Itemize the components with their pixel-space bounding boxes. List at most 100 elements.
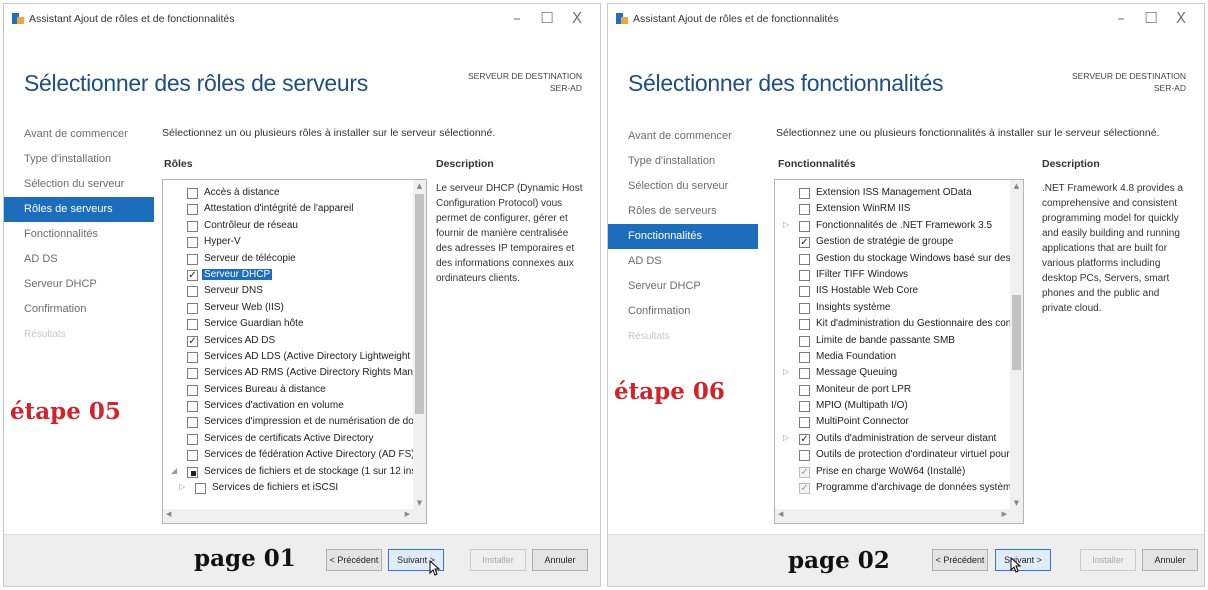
previous-button[interactable]: < Précédent bbox=[932, 549, 988, 571]
install-button[interactable]: Installer bbox=[1080, 549, 1136, 571]
step-confirmation[interactable]: Confirmation bbox=[4, 297, 154, 322]
list-item[interactable]: Services AD LDS (Active Directory Lightw… bbox=[163, 350, 426, 366]
checkbox[interactable] bbox=[799, 351, 810, 363]
scroll-left-icon[interactable]: ◀ bbox=[778, 510, 783, 518]
list-item[interactable]: Extension WinRM IIS bbox=[775, 202, 1010, 218]
expand-arrow-icon[interactable]: ▷ bbox=[783, 433, 789, 442]
cancel-button[interactable]: Annuler bbox=[1142, 549, 1198, 571]
checkbox[interactable] bbox=[187, 466, 198, 478]
horizontal-scrollbar[interactable]: ◀ ▶ bbox=[163, 509, 426, 523]
step-ad-ds[interactable]: AD DS bbox=[608, 249, 758, 274]
checkbox[interactable] bbox=[799, 450, 810, 462]
checkbox[interactable] bbox=[187, 253, 198, 265]
next-button[interactable]: Suivant > bbox=[995, 549, 1051, 571]
checkbox[interactable] bbox=[799, 220, 810, 232]
checkbox[interactable] bbox=[195, 483, 206, 495]
checkbox[interactable]: ✓ bbox=[799, 483, 810, 495]
list-item[interactable]: ▷ Services de fichiers et iSCSI bbox=[163, 481, 413, 497]
list-item[interactable]: Media Foundation bbox=[775, 350, 1010, 366]
list-item[interactable]: Serveur Web (IIS) bbox=[163, 301, 413, 317]
cancel-button[interactable]: Annuler bbox=[532, 549, 588, 571]
list-item[interactable]: Services de fédération Active Directory … bbox=[163, 448, 415, 464]
checkbox[interactable] bbox=[799, 384, 810, 396]
step-type-d-installation[interactable]: Type d'installation bbox=[4, 147, 154, 172]
step-selection-du-serveur[interactable]: Sélection du serveur bbox=[4, 172, 154, 197]
checkbox[interactable] bbox=[799, 269, 810, 281]
vertical-scrollbar[interactable]: ▲ ▼ bbox=[413, 180, 426, 509]
expand-arrow-icon[interactable]: ▷ bbox=[179, 482, 185, 491]
minimize-button[interactable]: – bbox=[502, 7, 532, 29]
checkbox[interactable] bbox=[187, 302, 198, 314]
checkbox[interactable] bbox=[799, 401, 810, 413]
expanded-arrow-icon[interactable]: ◢ bbox=[171, 466, 177, 475]
list-item[interactable]: ✓ Serveur DHCP bbox=[163, 268, 413, 284]
list-item[interactable]: ▷ ✓ Outils d'administration de serveur dis… bbox=[775, 432, 1010, 448]
close-button[interactable]: X bbox=[562, 7, 592, 29]
list-item[interactable]: MPIO (Multipath I/O) bbox=[775, 399, 1010, 415]
scroll-down-icon[interactable]: ▼ bbox=[413, 499, 426, 507]
list-item[interactable]: Extension ISS Management OData bbox=[775, 186, 1010, 202]
list-item[interactable]: Gestion du stockage Windows basé sur des… bbox=[775, 252, 1023, 268]
list-item[interactable]: Kit d'administration du Gestionnaire des… bbox=[775, 317, 1023, 333]
scroll-up-icon[interactable]: ▲ bbox=[1010, 182, 1023, 190]
maximize-button[interactable]: ☐ bbox=[1136, 7, 1166, 29]
step-type-d-installation[interactable]: Type d'installation bbox=[608, 149, 758, 174]
list-item[interactable]: ✓ Services AD DS bbox=[163, 334, 413, 350]
scroll-thumb[interactable] bbox=[1012, 295, 1021, 370]
list-item[interactable]: Services AD RMS (Active Directory Rights… bbox=[163, 366, 426, 382]
roles-list[interactable]: Accès à distance Attestation d'intégrité … bbox=[162, 179, 427, 524]
list-item[interactable]: Services de certificats Active Directory bbox=[163, 432, 413, 448]
checkbox[interactable] bbox=[187, 384, 198, 396]
list-item[interactable]: IFilter TIFF Windows bbox=[775, 268, 1010, 284]
checkbox[interactable] bbox=[799, 302, 810, 314]
step-avant-de-commencer[interactable]: Avant de commencer bbox=[4, 122, 154, 147]
list-item[interactable]: ✓ Gestion de stratégie de groupe bbox=[775, 235, 1010, 251]
step-selection-du-serveur[interactable]: Sélection du serveur bbox=[608, 174, 758, 199]
checkbox[interactable] bbox=[187, 368, 198, 380]
checkbox[interactable] bbox=[799, 188, 810, 199]
maximize-button[interactable]: ☐ bbox=[532, 7, 562, 29]
step-confirmation[interactable]: Confirmation bbox=[608, 299, 758, 324]
step-avant-de-commencer[interactable]: Avant de commencer bbox=[608, 124, 758, 149]
list-item[interactable]: Serveur DNS bbox=[163, 284, 413, 300]
list-item[interactable]: ◢ Services de fichiers et de stockage (1 … bbox=[163, 465, 426, 481]
step-serveur-dhcp[interactable]: Serveur DHCP bbox=[4, 272, 154, 297]
checkbox[interactable] bbox=[187, 417, 198, 429]
checkbox[interactable] bbox=[187, 433, 198, 445]
checkbox[interactable]: ✓ bbox=[799, 237, 810, 249]
step-roles-de-serveurs[interactable]: Rôles de serveurs bbox=[608, 199, 758, 224]
checkbox[interactable] bbox=[187, 286, 198, 298]
list-item[interactable]: Outils de protection d'ordinateur virtue… bbox=[775, 448, 1023, 464]
list-item[interactable]: Limite de bande passante SMB bbox=[775, 334, 1010, 350]
checkbox[interactable] bbox=[799, 253, 810, 265]
step-ad-ds[interactable]: AD DS bbox=[4, 247, 154, 272]
list-item[interactable]: Hyper-V bbox=[163, 235, 413, 251]
list-item[interactable]: ✓ Programme d'archivage de données systèm… bbox=[775, 481, 1023, 497]
list-item[interactable]: Services Bureau à distance bbox=[163, 383, 413, 399]
scroll-down-icon[interactable]: ▼ bbox=[1010, 499, 1023, 507]
checkbox[interactable] bbox=[799, 319, 810, 331]
checkbox[interactable]: ✓ bbox=[799, 433, 810, 445]
checkbox[interactable] bbox=[799, 204, 810, 216]
expand-arrow-icon[interactable]: ▷ bbox=[783, 367, 789, 376]
list-item[interactable]: ✓ Prise en charge WoW64 (Installé) bbox=[775, 465, 1010, 481]
scroll-up-icon[interactable]: ▲ bbox=[413, 182, 426, 190]
expand-arrow-icon[interactable]: ▷ bbox=[783, 220, 789, 229]
list-item[interactable]: Serveur de télécopie bbox=[163, 252, 413, 268]
checkbox[interactable]: ✓ bbox=[187, 269, 198, 281]
install-button[interactable]: Installer bbox=[470, 549, 526, 571]
list-item[interactable]: Moniteur de port LPR bbox=[775, 383, 1010, 399]
checkbox[interactable] bbox=[799, 368, 810, 380]
step-fonctionnalites[interactable]: Fonctionnalités bbox=[4, 222, 154, 247]
checkbox[interactable] bbox=[187, 220, 198, 232]
checkbox[interactable] bbox=[187, 319, 198, 331]
checkbox[interactable]: ✓ bbox=[187, 335, 198, 347]
vertical-scrollbar[interactable]: ▲ ▼ bbox=[1010, 180, 1023, 509]
list-item[interactable]: ▷ Fonctionnalités de .NET Framework 3.5 bbox=[775, 219, 1010, 235]
step-roles-de-serveurs[interactable]: Rôles de serveurs bbox=[4, 197, 154, 222]
list-item[interactable]: Contrôleur de réseau bbox=[163, 219, 413, 235]
step-fonctionnalites[interactable]: Fonctionnalités bbox=[608, 224, 758, 249]
scroll-right-icon[interactable]: ▶ bbox=[1002, 510, 1007, 518]
scroll-thumb[interactable] bbox=[415, 194, 424, 414]
checkbox[interactable] bbox=[187, 204, 198, 216]
